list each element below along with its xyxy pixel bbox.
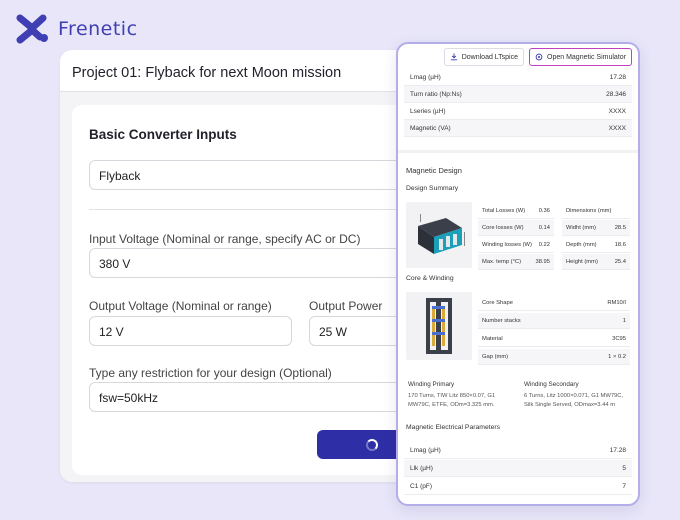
transformer-render-image xyxy=(406,202,472,268)
core-value: 1 × 0.2 xyxy=(608,353,626,360)
dimension-row: Height (mm) 25.4 xyxy=(562,254,630,270)
dimension-value: 28.5 xyxy=(614,224,626,231)
download-ltspice-button[interactable]: Download LTspice xyxy=(443,48,525,66)
input-voltage-label: Input Voltage (Nominal or range, specify… xyxy=(89,232,361,246)
electrical-params-title: Magnetic Electrical Parameters xyxy=(406,424,501,431)
row-label: C1 (pF) xyxy=(410,482,433,490)
magnet-icon xyxy=(535,53,543,61)
row-value: XXXX xyxy=(608,124,626,132)
dimension-row: Depth (mm) 18.6 xyxy=(562,237,630,253)
row-label: Lseries (µH) xyxy=(410,107,446,115)
panel-actions: Download LTspice Open Magnetic Simulator xyxy=(443,48,632,66)
core-row: Material 3C95 xyxy=(478,331,630,347)
winding-secondary-title: Winding Secondary xyxy=(524,381,579,388)
frenetic-logo-icon xyxy=(16,14,48,44)
core-row: Gap (mm) 1 × 0.2 xyxy=(478,349,630,365)
winding-secondary-text: 6 Turns, Litz 1000×0.071, G1 MW79C, Silk… xyxy=(524,393,624,408)
row-value: 17.28 xyxy=(609,446,626,454)
download-ltspice-label: Download LTspice xyxy=(461,53,519,61)
dimension-row: Widht (mm) 28.5 xyxy=(562,220,630,236)
core-label: Number stacks xyxy=(482,317,521,324)
dimension-label: Dimensions (mm) xyxy=(566,207,612,214)
output-voltage-field[interactable]: 12 V xyxy=(89,316,292,346)
core-value: RM10/I xyxy=(607,299,626,306)
open-magnetic-simulator-label: Open Magnetic Simulator xyxy=(547,53,626,61)
brand-name: Frenetic xyxy=(58,18,138,40)
row-label: Magnetic (VA) xyxy=(410,124,451,132)
row-label: Llk (µH) xyxy=(410,464,433,472)
table-row: Turn ratio (Np:Ns) 28.346 xyxy=(404,86,632,103)
loading-spinner-icon xyxy=(366,438,378,451)
loss-label: Max. temp (°C) xyxy=(482,258,522,265)
inputs-title: Basic Converter Inputs xyxy=(89,127,237,142)
row-label: Lmag (µH) xyxy=(410,446,441,454)
row-value: 5 xyxy=(622,464,626,472)
loss-value: 0.36 xyxy=(538,207,550,214)
row-value: 28.346 xyxy=(606,90,626,98)
loss-row: Max. temp (°C) 38.95 xyxy=(478,254,554,270)
loss-row: Winding losses (W) 0.22 xyxy=(478,237,554,253)
loss-label: Total Losses (W) xyxy=(482,207,526,214)
table-row: C1 (pF) 7 xyxy=(404,478,632,495)
section-divider xyxy=(398,150,638,153)
loss-value: 38.95 xyxy=(535,258,550,265)
core-row: Core Shape RM10/I xyxy=(478,295,630,311)
core-winding-title: Core & Winding xyxy=(406,275,454,282)
output-voltage-label: Output Voltage (Nominal or range) xyxy=(89,299,272,313)
winding-primary-title: Winding Primary xyxy=(408,381,455,388)
core-cross-section-image xyxy=(406,292,472,360)
loss-label: Core losses (W) xyxy=(482,224,524,231)
table-row: Llk (µH) 5 xyxy=(404,460,632,477)
open-magnetic-simulator-button[interactable]: Open Magnetic Simulator xyxy=(529,48,632,66)
dimension-value: 25.4 xyxy=(614,258,626,265)
frenetic-logo: Frenetic xyxy=(16,14,138,44)
row-value: 7 xyxy=(622,482,626,490)
table-row: Lseries (µH) XXXX xyxy=(404,103,632,120)
core-label: Core Shape xyxy=(482,299,513,306)
table-row: Lmag (µH) 17.28 xyxy=(404,69,632,86)
restriction-label: Type any restriction for your design (Op… xyxy=(89,366,332,380)
table-row: Lmag (µH) 17.28 xyxy=(404,442,632,459)
loss-value: 0.14 xyxy=(538,224,550,231)
results-panel: Download LTspice Open Magnetic Simulator… xyxy=(396,42,640,506)
core-value: 3C95 xyxy=(612,335,626,342)
row-label: Turn ratio (Np:Ns) xyxy=(410,90,462,98)
loss-row: Total Losses (W) 0.36 xyxy=(478,203,554,219)
dimension-row: Dimensions (mm) xyxy=(562,203,630,219)
core-label: Material xyxy=(482,335,503,342)
dimension-label: Height (mm) xyxy=(566,258,598,265)
core-label: Gap (mm) xyxy=(482,353,509,360)
loss-row: Core losses (W) 0.14 xyxy=(478,220,554,236)
row-value: 17.28 xyxy=(609,73,626,81)
table-row: Magnetic (VA) XXXX xyxy=(404,120,632,137)
loss-label: Winding losses (W) xyxy=(482,241,532,248)
row-label: Lmag (µH) xyxy=(410,73,441,81)
dimension-label: Widht (mm) xyxy=(566,224,596,231)
loss-value: 0.22 xyxy=(538,241,550,248)
design-summary-title: Design Summary xyxy=(406,185,459,192)
winding-primary-text: 170 Turns, TIW Litz 850×0.07, G1 MW79C, … xyxy=(408,393,496,408)
magnetic-design-title: Magnetic Design xyxy=(406,166,462,175)
core-row: Number stacks 1 xyxy=(478,313,630,329)
core-value: 1 xyxy=(622,317,626,324)
download-icon xyxy=(450,53,457,61)
row-value: XXXX xyxy=(608,107,626,115)
output-power-label: Output Power xyxy=(309,299,383,313)
dimension-label: Depth (mm) xyxy=(566,241,597,248)
dimension-value: 18.6 xyxy=(614,241,626,248)
